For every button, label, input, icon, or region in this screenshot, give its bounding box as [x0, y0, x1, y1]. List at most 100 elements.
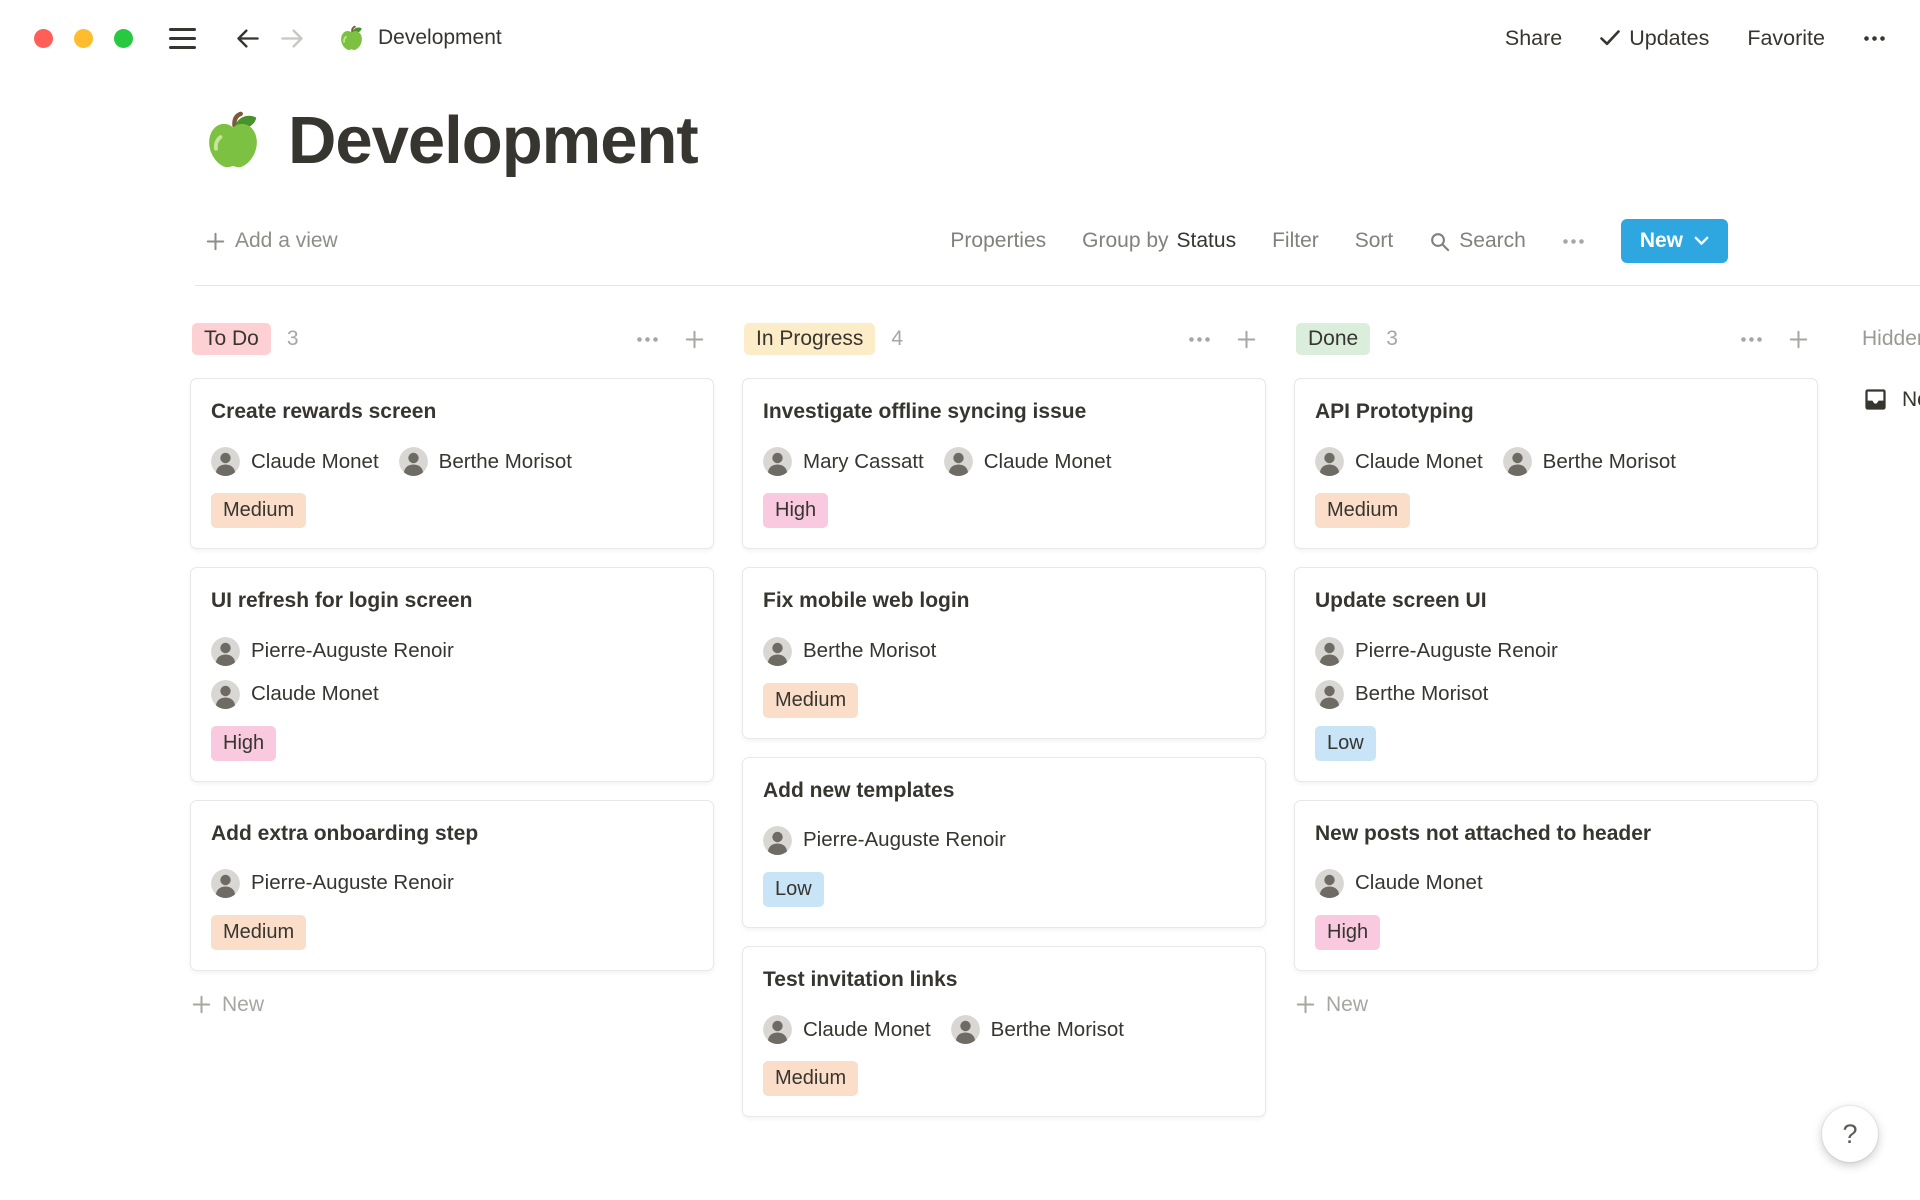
card[interactable]: Update screen UI Pierre-Auguste Renoir B…: [1294, 567, 1818, 781]
assignee[interactable]: Pierre-Auguste Renoir: [211, 637, 454, 666]
sidebar-toggle-icon[interactable]: [169, 28, 196, 49]
view-more-icon[interactable]: [1562, 238, 1585, 245]
column-status-badge[interactable]: Done: [1296, 323, 1370, 355]
card-title: Add extra onboarding step: [211, 820, 693, 847]
card[interactable]: Test invitation links Claude Monet Berth…: [742, 946, 1266, 1117]
assignee-name: Pierre-Auguste Renoir: [803, 828, 1006, 852]
assignee-row: Berthe Morisot: [1315, 680, 1797, 709]
priority-badge[interactable]: Medium: [211, 915, 306, 950]
assignee[interactable]: Berthe Morisot: [1315, 680, 1488, 709]
close-button[interactable]: [34, 29, 53, 48]
assignee[interactable]: Berthe Morisot: [763, 637, 936, 666]
assignee[interactable]: Claude Monet: [211, 680, 379, 709]
column-add-icon[interactable]: [1237, 330, 1256, 349]
add-card-label: New: [222, 993, 264, 1017]
card-title: New posts not attached to header: [1315, 820, 1797, 847]
add-card-button[interactable]: New: [190, 987, 714, 1023]
card[interactable]: API Prototyping Claude Monet Berthe Mori…: [1294, 378, 1818, 549]
priority-badge[interactable]: High: [1315, 915, 1380, 950]
priority-badge[interactable]: Low: [763, 872, 824, 907]
card[interactable]: Create rewards screen Claude Monet Berth…: [190, 378, 714, 549]
add-card-button[interactable]: New: [1294, 987, 1818, 1023]
assignee[interactable]: Claude Monet: [763, 1015, 931, 1044]
assignee[interactable]: Berthe Morisot: [951, 1015, 1124, 1044]
plus-icon: [192, 995, 211, 1014]
column-add-icon[interactable]: [1789, 330, 1808, 349]
priority-badge[interactable]: Medium: [211, 493, 306, 528]
card[interactable]: Fix mobile web login Berthe Morisot Medi…: [742, 567, 1266, 738]
favorite-button[interactable]: Favorite: [1747, 26, 1825, 51]
filter-button[interactable]: Filter: [1272, 229, 1319, 253]
card[interactable]: New posts not attached to header Claude …: [1294, 800, 1818, 971]
priority-badge[interactable]: Medium: [763, 1061, 858, 1096]
hidden-columns-section: Hidden columns No Status: [1862, 318, 1920, 413]
new-button[interactable]: New: [1621, 219, 1728, 263]
assignee-name: Berthe Morisot: [991, 1018, 1124, 1042]
card-title: Add new templates: [763, 777, 1245, 804]
column-header: Done 3: [1294, 318, 1818, 360]
apple-icon[interactable]: [202, 110, 264, 172]
more-options-icon[interactable]: [1863, 35, 1886, 42]
help-button[interactable]: ?: [1822, 1106, 1878, 1162]
board-columns: To Do 3 Create rewards screen Claude Mon…: [190, 318, 1818, 1117]
assignee[interactable]: Pierre-Auguste Renoir: [1315, 637, 1558, 666]
card[interactable]: Investigate offline syncing issue Mary C…: [742, 378, 1266, 549]
breadcrumb[interactable]: Development: [338, 25, 502, 52]
priority-badge[interactable]: Low: [1315, 726, 1376, 761]
card[interactable]: UI refresh for login screen Pierre-Augus…: [190, 567, 714, 781]
zoom-button[interactable]: [114, 29, 133, 48]
avatar-icon: [763, 637, 792, 666]
assignee[interactable]: Pierre-Auguste Renoir: [763, 826, 1006, 855]
column-more-icon[interactable]: [1740, 336, 1763, 343]
share-button[interactable]: Share: [1505, 26, 1562, 51]
assignee-name: Claude Monet: [251, 682, 379, 706]
column-add-icon[interactable]: [685, 330, 704, 349]
titlebar: Development Share Updates Favorite: [0, 0, 1920, 76]
back-arrow-icon[interactable]: [234, 25, 261, 52]
card[interactable]: Add extra onboarding step Pierre-Auguste…: [190, 800, 714, 971]
assignee[interactable]: Berthe Morisot: [1503, 447, 1676, 476]
card[interactable]: Add new templates Pierre-Auguste Renoir …: [742, 757, 1266, 928]
assignee[interactable]: Mary Cassatt: [763, 447, 924, 476]
assignee-row: Claude Monet Berthe Morisot: [1315, 447, 1797, 476]
forward-arrow-icon[interactable]: [279, 25, 306, 52]
avatar-icon: [1315, 680, 1344, 709]
assignee-name: Pierre-Auguste Renoir: [1355, 639, 1558, 663]
column-more-icon[interactable]: [636, 336, 659, 343]
group-by-button[interactable]: Group by Status: [1082, 229, 1236, 253]
avatar-icon: [211, 680, 240, 709]
column-more-icon[interactable]: [1188, 336, 1211, 343]
column-status-badge[interactable]: In Progress: [744, 323, 875, 355]
assignee-name: Berthe Morisot: [803, 639, 936, 663]
assignee-name: Claude Monet: [803, 1018, 931, 1042]
hidden-group-no-status[interactable]: No Status: [1862, 386, 1920, 413]
assignee-name: Pierre-Auguste Renoir: [251, 639, 454, 663]
plus-icon: [206, 232, 225, 251]
column-header: To Do 3: [190, 318, 714, 360]
priority-badge[interactable]: Medium: [763, 683, 858, 718]
search-button[interactable]: Search: [1429, 229, 1526, 253]
assignee-name: Claude Monet: [251, 450, 379, 474]
card-title: Update screen UI: [1315, 587, 1797, 614]
updates-button[interactable]: Updates: [1600, 26, 1709, 51]
assignee[interactable]: Claude Monet: [1315, 869, 1483, 898]
properties-button[interactable]: Properties: [950, 229, 1046, 253]
avatar-icon: [763, 1015, 792, 1044]
priority-badge[interactable]: High: [763, 493, 828, 528]
sort-button[interactable]: Sort: [1355, 229, 1394, 253]
hidden-columns-label[interactable]: Hidden columns: [1862, 318, 1920, 360]
add-view-button[interactable]: Add a view: [206, 229, 338, 253]
priority-badge[interactable]: Medium: [1315, 493, 1410, 528]
priority-badge[interactable]: High: [211, 726, 276, 761]
assignee[interactable]: Claude Monet: [211, 447, 379, 476]
assignee[interactable]: Pierre-Auguste Renoir: [211, 869, 454, 898]
minimize-button[interactable]: [74, 29, 93, 48]
assignee[interactable]: Berthe Morisot: [399, 447, 572, 476]
assignee-row: Claude Monet: [211, 680, 693, 709]
board-column-to-do: To Do 3 Create rewards screen Claude Mon…: [190, 318, 714, 1023]
assignee[interactable]: Claude Monet: [944, 447, 1112, 476]
board-column-done: Done 3 API Prototyping Claude Monet Bert…: [1294, 318, 1818, 1023]
column-count: 4: [891, 327, 903, 351]
assignee[interactable]: Claude Monet: [1315, 447, 1483, 476]
column-status-badge[interactable]: To Do: [192, 323, 271, 355]
